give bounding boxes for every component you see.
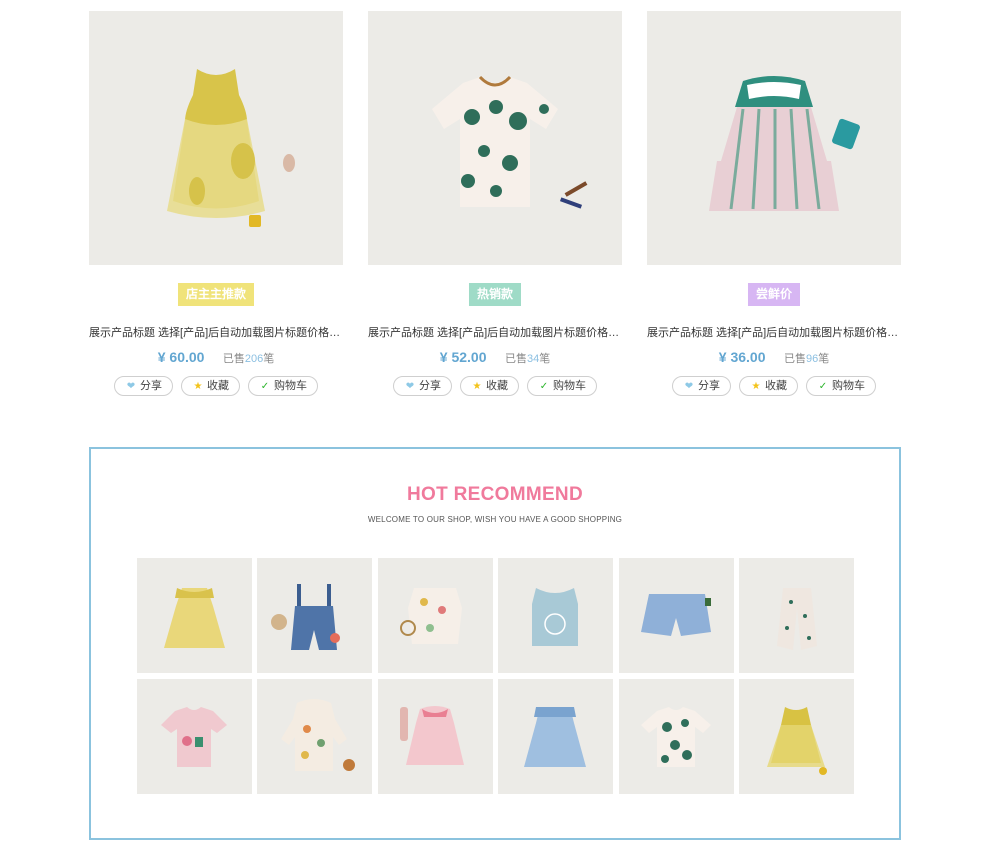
star-icon: ★ [751,381,761,392]
product-card: 热销款 展示产品标题 选择[产品]后自动加载图片标题价格等... ¥ 52.00… [368,11,622,401]
price-row: ¥ 52.00 已售34笔 [368,349,622,367]
share-button[interactable]: ❤ 分享 [393,376,452,396]
product-title[interactable]: 展示产品标题 选择[产品]后自动加载图片标题价格等... [368,324,622,340]
heart-icon: ❤ [684,381,694,392]
product-card: 店主主推款 展示产品标题 选择[产品]后自动加载图片标题价格等... ¥ 60.… [89,11,343,401]
star-icon: ★ [472,381,482,392]
price-row: ¥ 36.00 已售96笔 [647,349,901,367]
favorite-button[interactable]: ★ 收藏 [460,376,519,396]
share-button[interactable]: ❤ 分享 [114,376,173,396]
product-actions: ❤ 分享 ★ 收藏 ✓ 购物车 [89,376,343,396]
recommend-item[interactable] [498,558,613,673]
product-badge: 尝鲜价 [747,283,801,306]
product-badge: 店主主推款 [177,283,255,306]
recommend-item[interactable] [257,558,372,673]
recommend-item[interactable] [378,558,493,673]
product-price: ¥ 52.00 [439,349,487,365]
product-list: 店主主推款 展示产品标题 选择[产品]后自动加载图片标题价格等... ¥ 60.… [89,11,901,401]
hot-recommend-section: HOT RECOMMEND WELCOME TO OUR SHOP, WISH … [89,447,901,840]
check-icon: ✓ [260,381,270,392]
price-row: ¥ 60.00 已售206笔 [89,349,343,367]
recommend-item[interactable] [378,679,493,794]
sold-count: 已售34笔 [504,353,551,365]
check-icon: ✓ [818,381,828,392]
product-badge: 热销款 [468,283,522,306]
product-image-polka-tshirt[interactable] [368,11,622,265]
add-to-cart-button[interactable]: ✓ 购物车 [806,376,876,396]
recommend-item[interactable] [619,558,734,673]
check-icon: ✓ [539,381,549,392]
heart-icon: ❤ [126,381,136,392]
add-to-cart-button[interactable]: ✓ 购物车 [527,376,597,396]
recommend-grid [137,558,855,794]
product-price: ¥ 60.00 [157,349,205,365]
product-title[interactable]: 展示产品标题 选择[产品]后自动加载图片标题价格等... [647,324,901,340]
recommend-item[interactable] [619,679,734,794]
product-actions: ❤ 分享 ★ 收藏 ✓ 购物车 [368,376,622,396]
product-price: ¥ 36.00 [718,349,766,365]
add-to-cart-button[interactable]: ✓ 购物车 [248,376,318,396]
star-icon: ★ [193,381,203,392]
favorite-button[interactable]: ★ 收藏 [739,376,798,396]
product-card: 尝鲜价 展示产品标题 选择[产品]后自动加载图片标题价格等... ¥ 36.00… [647,11,901,401]
sold-count: 已售206笔 [222,353,275,365]
product-actions: ❤ 分享 ★ 收藏 ✓ 购物车 [647,376,901,396]
product-title[interactable]: 展示产品标题 选择[产品]后自动加载图片标题价格等... [89,324,343,340]
recommend-item[interactable] [498,679,613,794]
recommend-item[interactable] [739,679,854,794]
product-image-striped-dress[interactable] [647,11,901,265]
recommend-item[interactable] [137,679,252,794]
section-subtitle: WELCOME TO OUR SHOP, WISH YOU HAVE A GOO… [367,515,623,524]
product-image-yellow-dress[interactable] [89,11,343,265]
favorite-button[interactable]: ★ 收藏 [181,376,240,396]
heart-icon: ❤ [405,381,415,392]
recommend-item[interactable] [739,558,854,673]
section-title: HOT RECOMMEND [407,484,583,505]
sold-count: 已售96笔 [783,353,830,365]
recommend-item[interactable] [257,679,372,794]
recommend-item[interactable] [137,558,252,673]
share-button[interactable]: ❤ 分享 [672,376,731,396]
